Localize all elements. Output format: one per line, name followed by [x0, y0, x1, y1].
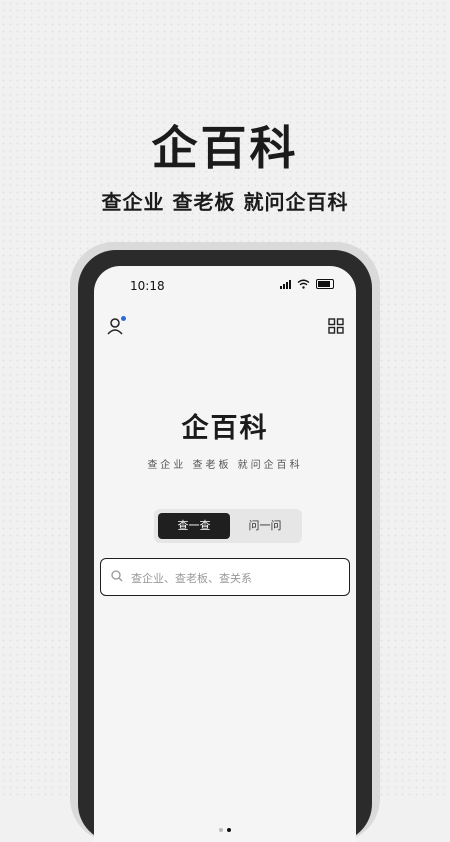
page-dot-active	[227, 828, 231, 832]
notification-dot	[121, 316, 126, 321]
grid-menu-button[interactable]	[328, 318, 344, 334]
status-icons	[280, 279, 334, 289]
tab-search[interactable]: 查一查	[158, 513, 230, 539]
page-dot	[219, 828, 223, 832]
search-input[interactable]	[129, 559, 341, 597]
app-tagline: 查企业 查老板 就问企百科	[147, 460, 303, 471]
phone-bezel: 10:18 企百科 查企业 查老板 就问企百科 查一查 问一问 查企业、查老板、…	[78, 250, 372, 842]
status-time: 10:18	[130, 279, 165, 293]
page-indicator	[94, 828, 356, 832]
signal-icon	[280, 279, 291, 289]
hero-subtitle: 查企业 查老板 就问企百科	[101, 190, 349, 214]
user-profile-button[interactable]	[106, 316, 126, 336]
search-mode-tabs: 查一查 问一问	[154, 509, 302, 543]
grid-icon	[328, 318, 344, 334]
battery-icon	[316, 279, 334, 289]
tab-ask[interactable]: 问一问	[232, 513, 298, 539]
wifi-icon	[297, 279, 310, 289]
hero-title: 企百科	[151, 121, 299, 175]
phone-screen: 10:18 企百科 查企业 查老板 就问企百科 查一查 问一问 查企业、查老板、…	[94, 266, 356, 842]
search-box[interactable]	[100, 558, 350, 597]
phone-mockup: 10:18 企百科 查企业 查老板 就问企百科 查一查 问一问 查企业、查老板、…	[70, 242, 380, 842]
app-logo: 企百科	[181, 413, 269, 444]
search-icon	[111, 570, 123, 582]
